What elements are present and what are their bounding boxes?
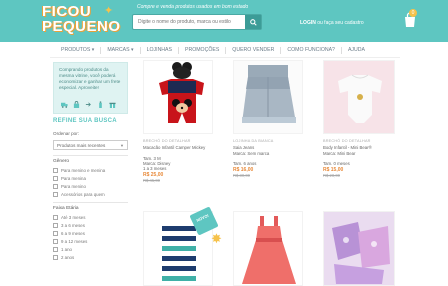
denim-skirt-image xyxy=(242,65,296,123)
product-image[interactable] xyxy=(323,60,395,134)
faixa-option[interactable]: 3 a 6 meses xyxy=(53,223,85,228)
header-scallop-border xyxy=(0,36,448,44)
order-label: Ordenar por: xyxy=(53,131,80,136)
faixa-option[interactable]: 6 a 9 meses xyxy=(53,231,85,236)
nav-promocoes[interactable]: PROMOÇÕES xyxy=(179,46,227,54)
order-select[interactable]: Produtos mais recentes ▼ xyxy=(53,140,128,150)
nav-como-funciona[interactable]: COMO FUNCIONA? xyxy=(281,46,342,54)
product-store[interactable]: LOJINHA DA BIANCA xyxy=(233,139,274,143)
option-label: 1 ano xyxy=(61,247,72,252)
product-old-price: R$ 45,00 xyxy=(143,178,160,183)
genero-option[interactable]: Para menino xyxy=(53,184,86,189)
option-label: Para menina xyxy=(61,176,86,181)
bag-icon xyxy=(73,101,80,108)
chevron-down-icon: ▼ xyxy=(120,143,124,148)
checkbox[interactable] xyxy=(53,215,58,220)
product-image[interactable] xyxy=(143,60,213,134)
filter-separator xyxy=(53,155,128,156)
option-label: Para menino xyxy=(61,184,86,189)
product-store[interactable]: BRECHÓ DO DETALHAR xyxy=(143,139,191,143)
white-body-image xyxy=(338,74,382,123)
product-brand: Marca: Sem marca xyxy=(233,151,270,156)
filter-separator xyxy=(53,202,128,203)
promo-box: Comprando produtos da mesma vitrine, voc… xyxy=(53,62,128,114)
option-label: Até 3 meses xyxy=(61,215,86,220)
checkbox[interactable] xyxy=(53,168,58,173)
checkbox[interactable] xyxy=(53,184,58,189)
option-label: 9 a 12 meses xyxy=(61,239,88,244)
faixa-option[interactable]: 2 anos xyxy=(53,255,74,260)
checkbox[interactable] xyxy=(53,255,58,260)
product-old-price: R$ 28,00 xyxy=(323,173,340,178)
product-condition: 1 a 3 meses xyxy=(143,166,167,171)
gift-icon xyxy=(109,102,116,108)
faixa-title: Faixa Etária xyxy=(53,206,79,211)
product-image[interactable] xyxy=(233,211,303,286)
promo-text: Comprando produtos da mesma vitrine, voc… xyxy=(59,67,121,90)
search-bar[interactable] xyxy=(132,14,262,30)
header-tagline: Compre e venda produtos usados em bom es… xyxy=(137,4,249,10)
option-label: 6 a 9 meses xyxy=(61,231,85,236)
site-logo[interactable]: FICOU PEQUENO ✦ xyxy=(42,3,128,37)
genero-option[interactable]: Acessórios para quem xyxy=(53,192,105,197)
nav-produtos[interactable]: PRODUTOS ▾ xyxy=(55,46,102,54)
pink-dress-image xyxy=(242,216,296,284)
checkbox[interactable] xyxy=(53,192,58,197)
bottle-icon xyxy=(99,101,102,108)
checkbox[interactable] xyxy=(53,176,58,181)
checkbox[interactable] xyxy=(53,231,58,236)
signup-link[interactable]: ou faça seu cadastro xyxy=(317,20,363,26)
checkbox[interactable] xyxy=(53,239,58,244)
option-label: Para menino e menina xyxy=(61,168,106,173)
star-burst-icon: ✸ xyxy=(211,231,222,246)
nav-ajuda[interactable]: AJUDA xyxy=(342,47,371,54)
refine-title: REFINE SUA BUSCA xyxy=(53,118,117,124)
nav-quero-vender[interactable]: QUERO VENDER xyxy=(226,46,282,54)
login-area: LOGIN ou faça seu cadastro xyxy=(300,20,364,26)
genero-option[interactable]: Para menina xyxy=(53,176,86,181)
cart-count-badge: 0 xyxy=(409,9,417,17)
nav-marcas[interactable]: MARCAS ▾ xyxy=(101,46,141,54)
product-title[interactable]: Saia Jeans xyxy=(233,145,305,150)
logo-line-2: PEQUENO xyxy=(42,18,121,35)
purple-clothes-image xyxy=(332,222,390,284)
faixa-option[interactable]: Até 3 meses xyxy=(53,215,85,220)
faixa-option[interactable]: 9 a 12 meses xyxy=(53,239,87,244)
option-label: 2 anos xyxy=(61,255,75,260)
search-input[interactable] xyxy=(133,15,245,29)
mickey-romper-image xyxy=(159,62,204,123)
nav-lojinhas[interactable]: LOJINHAS xyxy=(141,46,179,54)
product-old-price: R$ 30,00 xyxy=(233,173,250,178)
login-link[interactable]: LOGIN xyxy=(300,20,316,26)
product-condition: Tam. 6 anos xyxy=(233,161,257,166)
search-button[interactable] xyxy=(245,15,261,29)
product-title[interactable]: Macacão Infantil Camper Mickey xyxy=(143,145,215,150)
checkbox[interactable] xyxy=(53,247,58,252)
main-nav: PRODUTOS ▾ MARCAS ▾ LOJINHAS PROMOÇÕES Q… xyxy=(0,44,448,56)
promo-icons xyxy=(61,101,116,108)
genero-title: Gênero xyxy=(53,159,69,164)
checkbox[interactable] xyxy=(53,223,58,228)
option-label: Acessórios para quem xyxy=(61,192,105,197)
nav-divider xyxy=(50,57,400,58)
option-label: 3 a 6 meses xyxy=(61,223,85,228)
truck-icon xyxy=(61,102,68,108)
faixa-option[interactable]: 1 ano xyxy=(53,247,72,252)
logo-star-icon: ✦ xyxy=(104,5,114,17)
product-title[interactable]: Body Infantil - Mini Bear® xyxy=(323,145,395,150)
search-icon xyxy=(249,18,257,26)
product-store[interactable]: BRECHÓ DO DETALHAR xyxy=(323,139,371,143)
order-select-value: Produtos mais recentes xyxy=(57,143,106,148)
product-image[interactable] xyxy=(233,60,303,134)
product-brand: Marca: Mini Bear xyxy=(323,151,356,156)
product-image[interactable] xyxy=(323,211,395,286)
product-condition: Tam. 0 meses xyxy=(323,161,350,166)
genero-option[interactable]: Para menino e menina xyxy=(53,168,105,173)
arrow-icon xyxy=(85,102,91,107)
